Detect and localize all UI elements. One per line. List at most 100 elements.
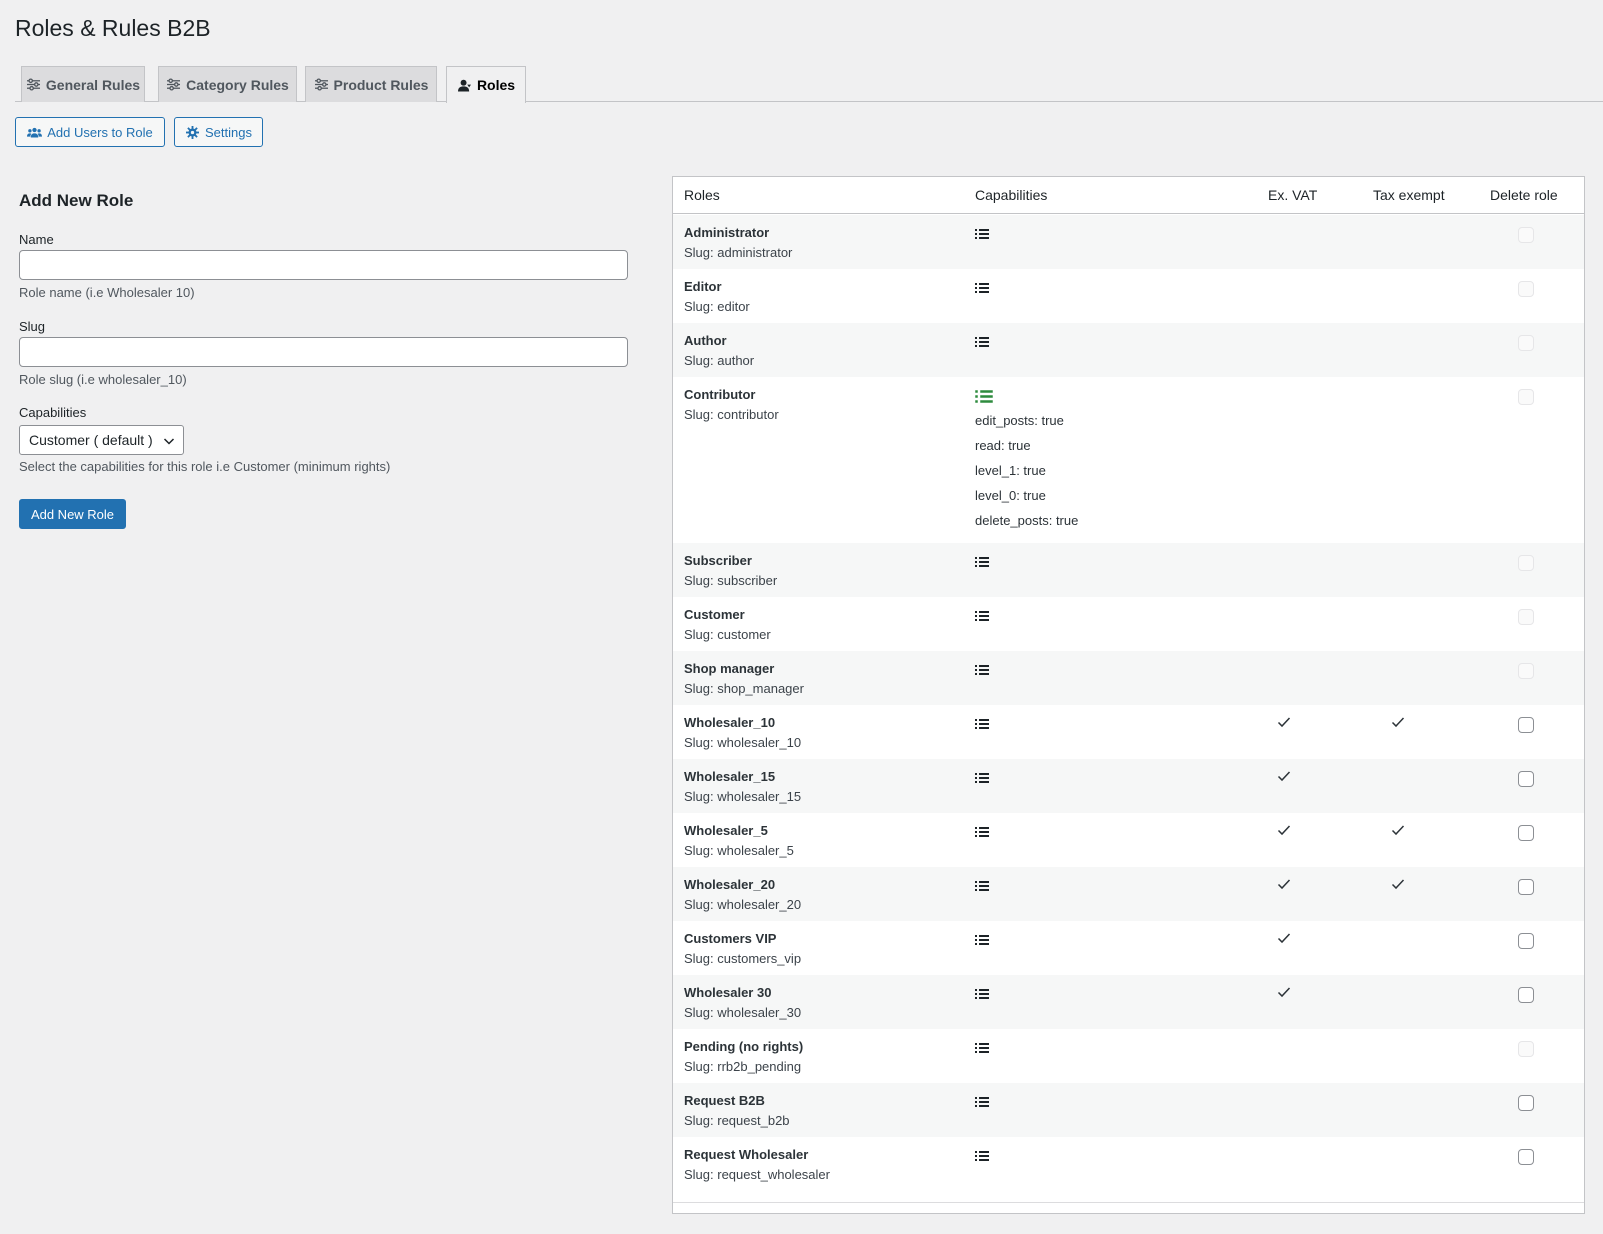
role-slug: Slug: author <box>684 353 755 368</box>
capability-item: read: true <box>975 438 1031 453</box>
slug-label: Slug <box>19 319 46 334</box>
list-icon[interactable] <box>975 336 989 348</box>
delete-role-checkbox <box>1518 663 1534 679</box>
delete-role-checkbox <box>1518 555 1534 571</box>
list-icon[interactable] <box>975 1042 989 1054</box>
list-icon[interactable] <box>975 228 989 240</box>
delete-role-checkbox[interactable] <box>1518 987 1534 1003</box>
table-row: Author Slug: author <box>673 323 1584 377</box>
delete-role-checkbox <box>1518 389 1534 405</box>
tab-category-rules[interactable]: Category Rules <box>158 66 297 102</box>
capability-item: level_1: true <box>975 463 1046 478</box>
capabilities-label: Capabilities <box>19 405 87 420</box>
list-icon[interactable] <box>975 389 993 404</box>
table-row: Customers VIP Slug: customers_vip <box>673 921 1584 975</box>
role-name: Wholesaler 30 <box>684 985 772 1000</box>
chevron-down-icon <box>163 438 175 445</box>
ex-vat-check-icon <box>1277 879 1291 890</box>
delete-role-checkbox[interactable] <box>1518 717 1534 733</box>
add-users-to-role-button[interactable]: Add Users to Role <box>15 117 165 147</box>
role-name: Wholesaler_20 <box>684 877 776 892</box>
role-name: Wholesaler_10 <box>684 715 776 730</box>
role-slug: Slug: wholesaler_15 <box>684 789 802 804</box>
list-icon[interactable] <box>975 934 989 946</box>
page-title: Roles & Rules B2B <box>15 15 211 41</box>
role-slug: Slug: rrb2b_pending <box>684 1059 802 1074</box>
ex-vat-check-icon <box>1277 987 1291 998</box>
list-icon[interactable] <box>975 556 989 568</box>
name-description: Role name (i.e Wholesaler 10) <box>19 285 195 300</box>
tab-roles[interactable]: Roles <box>446 66 526 103</box>
table-row: Request Wholesaler Slug: request_wholesal… <box>673 1137 1584 1191</box>
role-slug: Slug: wholesaler_10 <box>684 735 802 750</box>
capabilities-description: Select the capabilities for this role i.… <box>19 459 391 474</box>
ex-vat-check-icon <box>1277 771 1291 782</box>
role-name: Customer <box>684 607 745 622</box>
users-icon <box>27 127 43 137</box>
role-name: Pending (no rights) <box>684 1039 804 1054</box>
role-name: Editor <box>684 279 722 294</box>
role-slug: Slug: shop_manager <box>684 681 804 696</box>
name-label: Name <box>19 232 54 247</box>
name-input[interactable] <box>19 250 628 280</box>
delete-role-checkbox[interactable] <box>1518 825 1534 841</box>
tab-general-rules[interactable]: General Rules <box>21 66 145 102</box>
list-icon[interactable] <box>975 1096 989 1108</box>
delete-role-checkbox <box>1518 281 1534 297</box>
role-name: Request Wholesaler <box>684 1147 809 1162</box>
table-row: Shop manager Slug: shop_manager <box>673 651 1584 705</box>
role-slug: Slug: wholesaler_5 <box>684 843 794 858</box>
delete-role-checkbox <box>1518 609 1534 625</box>
delete-role-checkbox[interactable] <box>1518 1149 1534 1165</box>
add-new-role-button[interactable]: Add New Role <box>19 499 126 529</box>
slug-description: Role slug (i.e wholesaler_10) <box>19 372 187 387</box>
delete-role-checkbox <box>1518 1041 1534 1057</box>
role-name: Wholesaler_15 <box>684 769 776 784</box>
capabilities-selected: Customer ( default ) <box>29 432 153 448</box>
table-row: Wholesaler_10 Slug: wholesaler_10 <box>673 705 1584 759</box>
tab-bar: General Rules Category Rules Product Rul… <box>15 66 1603 103</box>
tab-label: General Rules <box>45 76 141 93</box>
delete-role-checkbox[interactable] <box>1518 1095 1534 1111</box>
delete-role-checkbox[interactable] <box>1518 771 1534 787</box>
delete-role-checkbox[interactable] <box>1518 879 1534 895</box>
list-icon[interactable] <box>975 826 989 838</box>
list-icon[interactable] <box>975 1150 989 1162</box>
role-slug: Slug: request_wholesaler <box>684 1167 830 1182</box>
list-icon[interactable] <box>975 880 989 892</box>
capabilities-select[interactable]: Customer ( default ) <box>19 425 184 455</box>
settings-button[interactable]: Settings <box>174 117 263 147</box>
column-tax-exempt: Tax exempt <box>1373 187 1445 203</box>
table-row: Wholesaler 30 Slug: wholesaler_30 <box>673 975 1584 1029</box>
list-icon[interactable] <box>975 610 989 622</box>
list-icon[interactable] <box>975 664 989 676</box>
add-users-label: Add Users to Role <box>47 124 153 140</box>
role-name: Wholesaler_5 <box>684 823 768 838</box>
list-icon[interactable] <box>975 718 989 730</box>
role-name: Administrator <box>684 225 770 240</box>
list-icon[interactable] <box>975 988 989 1000</box>
list-icon[interactable] <box>975 282 989 294</box>
table-row: Administrator Slug: administrator <box>673 215 1584 269</box>
ex-vat-check-icon <box>1277 717 1291 728</box>
settings-label: Settings <box>205 124 252 140</box>
table-header: Roles Capabilities Ex. VAT Tax exempt De… <box>673 177 1584 214</box>
table-row: Wholesaler_15 Slug: wholesaler_15 <box>673 759 1584 813</box>
delete-role-checkbox[interactable] <box>1518 933 1534 949</box>
role-slug: Slug: administrator <box>684 245 793 260</box>
table-row: Subscriber Slug: subscriber <box>673 543 1584 597</box>
capability-item: level_0: true <box>975 488 1046 503</box>
tab-product-rules[interactable]: Product Rules <box>305 66 437 102</box>
role-name: Shop manager <box>684 661 775 676</box>
slug-input[interactable] <box>19 337 628 367</box>
form-heading: Add New Role <box>19 191 134 210</box>
role-slug: Slug: wholesaler_30 <box>684 1005 802 1020</box>
ex-vat-check-icon <box>1277 933 1291 944</box>
sliders-icon <box>314 78 328 91</box>
tax-exempt-check-icon <box>1391 717 1405 728</box>
role-name: Request B2B <box>684 1093 765 1108</box>
delete-role-checkbox <box>1518 335 1534 351</box>
list-icon[interactable] <box>975 772 989 784</box>
table-footer-divider <box>673 1202 1584 1203</box>
table-row: Wholesaler_5 Slug: wholesaler_5 <box>673 813 1584 867</box>
